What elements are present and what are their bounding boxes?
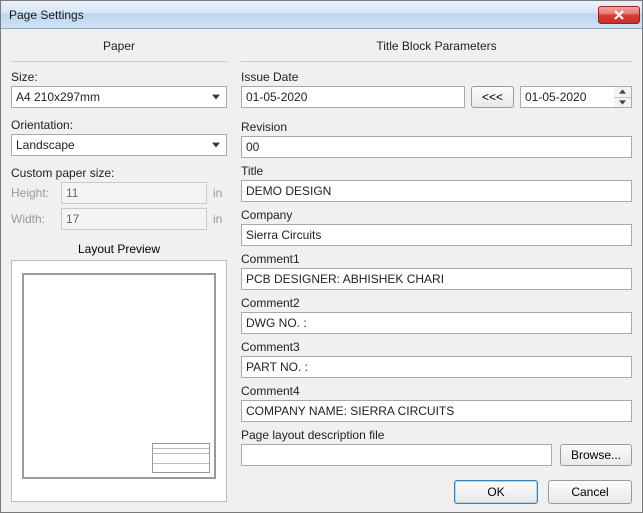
height-unit: in (213, 186, 227, 200)
issue-date-label: Issue Date (241, 70, 632, 84)
comment2-input[interactable] (241, 312, 632, 334)
browse-button[interactable]: Browse... (560, 444, 632, 466)
page-settings-dialog: Page Settings Paper Size: Orientation: C… (0, 0, 643, 513)
width-label: Width: (11, 212, 55, 226)
comment4-label: Comment4 (241, 384, 632, 398)
layout-file-input[interactable] (241, 444, 552, 466)
window-title: Page Settings (9, 8, 84, 22)
comment2-label: Comment2 (241, 296, 632, 310)
date-spinner[interactable] (614, 86, 632, 108)
comment3-label: Comment3 (241, 340, 632, 354)
revision-input[interactable] (241, 136, 632, 158)
orientation-label: Orientation: (11, 118, 227, 132)
spinner-down-icon[interactable] (614, 98, 631, 108)
titlebar: Page Settings (1, 1, 642, 29)
close-icon (614, 10, 624, 20)
cancel-button[interactable]: Cancel (548, 480, 632, 504)
title-label: Title (241, 164, 632, 178)
preview-titleblock (152, 443, 210, 473)
layout-file-label: Page layout description file (241, 428, 632, 442)
close-button[interactable] (598, 6, 640, 24)
company-label: Company (241, 208, 632, 222)
layout-preview-label: Layout Preview (11, 242, 227, 256)
size-select[interactable] (11, 86, 227, 108)
comment3-input[interactable] (241, 356, 632, 378)
comment4-input[interactable] (241, 400, 632, 422)
revision-label: Revision (241, 120, 632, 134)
preview-sheet (22, 273, 216, 479)
issue-date-input[interactable] (241, 86, 465, 108)
width-input (61, 208, 207, 230)
comment1-input[interactable] (241, 268, 632, 290)
paper-section-header: Paper (11, 35, 227, 61)
copy-date-button[interactable]: <<< (471, 86, 514, 108)
size-label: Size: (11, 70, 227, 84)
height-label: Height: (11, 186, 55, 200)
spinner-up-icon[interactable] (614, 87, 631, 98)
title-input[interactable] (241, 180, 632, 202)
date-picker-input[interactable] (520, 86, 614, 108)
custom-paper-size-label: Custom paper size: (11, 166, 227, 180)
layout-preview (11, 260, 227, 502)
comment1-label: Comment1 (241, 252, 632, 266)
ok-button[interactable]: OK (454, 480, 538, 504)
width-unit: in (213, 212, 227, 226)
title-block-section-header: Title Block Parameters (241, 35, 632, 61)
height-input (61, 182, 207, 204)
company-input[interactable] (241, 224, 632, 246)
orientation-select[interactable] (11, 134, 227, 156)
